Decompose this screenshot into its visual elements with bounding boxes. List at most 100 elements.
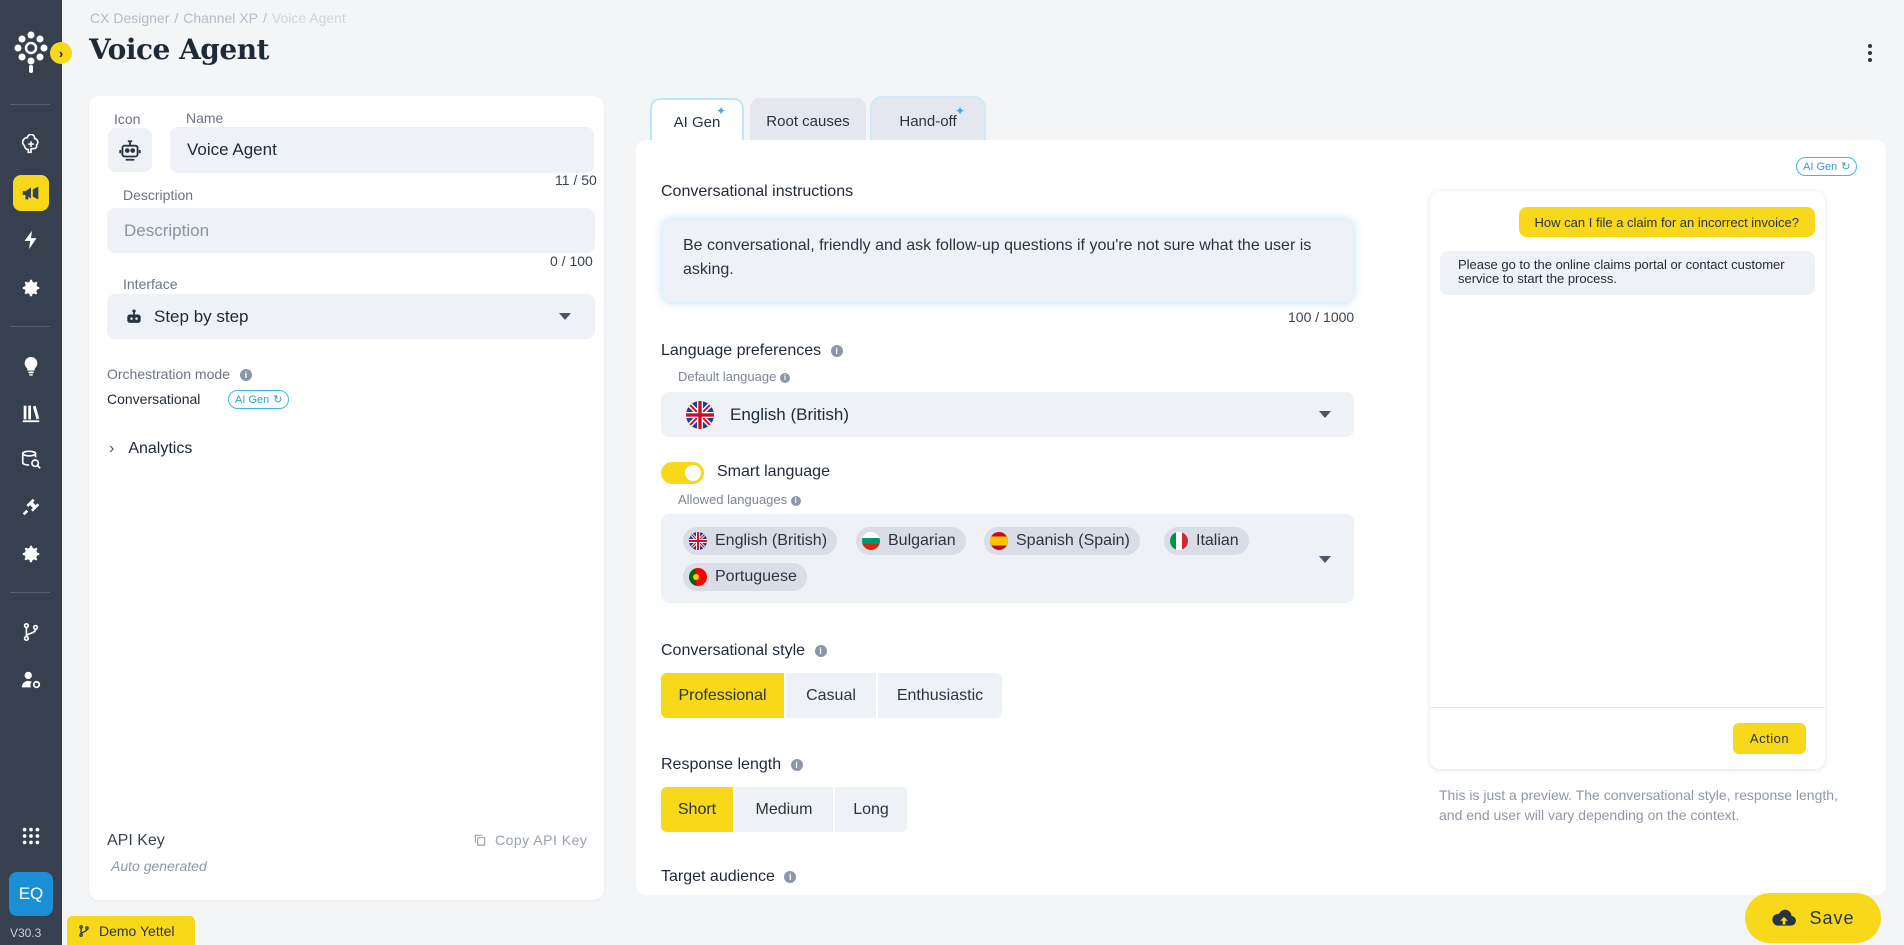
tab-label: Hand-off (899, 112, 957, 130)
length-title-text: Response length (661, 756, 782, 773)
copy-api-key-label: Copy API Key (495, 832, 588, 848)
expand-rail-button[interactable]: › (50, 42, 72, 64)
orchestration-label-text: Orchestration mode (107, 366, 230, 382)
ai-gen-badge-label: AI Gen (235, 393, 270, 406)
search-database-icon[interactable] (13, 442, 49, 478)
user-message-bubble: How can I file a claim for an incorrect … (1518, 207, 1815, 237)
chevron-down-icon[interactable] (1319, 556, 1331, 563)
apps-grid-icon[interactable] (13, 818, 49, 854)
description-label: Description (123, 187, 194, 203)
info-icon[interactable]: i (830, 344, 843, 357)
copy-api-key-button[interactable]: Copy API Key (473, 832, 587, 848)
tab-hand-off[interactable]: Hand-off (872, 98, 984, 144)
breadcrumb-item[interactable]: Channel XP (183, 10, 258, 26)
tab-root-causes[interactable]: Root causes (750, 98, 866, 144)
language-chip[interactable]: Italian (1164, 527, 1249, 555)
tab-label: AI Gen (673, 113, 721, 131)
sparkle-icon: ✦ (716, 104, 727, 118)
instructions-title: Conversational instructions (661, 183, 854, 200)
info-icon[interactable]: i (239, 369, 252, 382)
icon-label: Icon (114, 111, 141, 127)
agent-settings-card: Icon Name Voice Agent 11 / 50 Descriptio… (89, 96, 604, 900)
length-segmented-control: Short Medium Long (661, 787, 907, 832)
language-chip[interactable]: English (British) (683, 527, 838, 555)
orchestration-label: Orchestration mode i (107, 366, 252, 382)
chat-preview: How can I file a claim for an incorrect … (1430, 191, 1825, 769)
style-option-casual[interactable]: Casual (786, 673, 878, 718)
language-title: Language preferences i (661, 342, 843, 360)
spain-flag-icon (990, 532, 1008, 550)
branch-badge[interactable]: Demo Yettel (67, 916, 195, 945)
info-icon[interactable]: i (779, 372, 790, 383)
tab-ai-gen[interactable]: AI Gen (650, 98, 744, 144)
bolt-icon[interactable] (13, 222, 49, 258)
save-button[interactable]: Save (1745, 893, 1881, 943)
uk-flag-icon (686, 400, 714, 429)
plug-icon[interactable] (13, 489, 49, 525)
gear-icon[interactable] (13, 270, 49, 306)
info-icon[interactable]: i (784, 870, 797, 883)
length-option-medium[interactable]: Medium (735, 787, 835, 832)
language-chip-label: Portuguese (715, 568, 797, 585)
language-chip[interactable]: Spanish (Spain) (984, 527, 1140, 555)
brain-icon[interactable] (13, 127, 49, 163)
interface-select[interactable]: Step by step (107, 294, 595, 339)
default-language-select[interactable]: English (British) (661, 392, 1354, 437)
allowed-languages-label-text: Allowed languages (678, 492, 788, 507)
cloud-upload-icon (1772, 909, 1797, 926)
length-title: Response length i (661, 756, 803, 774)
style-option-professional[interactable]: Professional (661, 673, 786, 718)
breadcrumb-item: Voice Agent (271, 10, 346, 26)
info-icon[interactable]: i (790, 758, 803, 771)
language-chip-label: English (British) (715, 532, 828, 549)
audience-title-text: Target audience (661, 868, 775, 885)
breadcrumb: CX Designer / Channel XP / Voice Agent (90, 10, 346, 26)
instructions-textarea[interactable]: Be conversational, friendly and ask foll… (663, 220, 1353, 302)
tab-label: Root causes (766, 112, 850, 130)
user-avatar[interactable]: EQ (9, 872, 53, 916)
language-chip-label: Bulgarian (888, 532, 956, 549)
action-button[interactable]: Action (1733, 723, 1806, 754)
breadcrumb-item[interactable]: CX Designer (90, 10, 169, 26)
branch-label: Demo Yettel (99, 922, 175, 939)
orchestration-value: Conversational (107, 391, 201, 407)
language-title-text: Language preferences (661, 342, 822, 359)
chevron-down-icon[interactable] (559, 313, 571, 320)
interface-label: Interface (123, 276, 178, 292)
branch-icon[interactable] (13, 614, 49, 650)
branch-icon (79, 924, 89, 937)
rail-divider (10, 104, 50, 105)
copy-icon (474, 834, 486, 846)
app-logo-icon[interactable] (11, 29, 51, 75)
megaphone-icon[interactable] (13, 175, 49, 211)
length-option-long[interactable]: Long (835, 787, 907, 832)
lightbulb-icon[interactable] (13, 348, 49, 384)
name-field[interactable]: Voice Agent (170, 127, 594, 173)
language-chip[interactable]: Bulgarian (856, 527, 966, 555)
language-chip[interactable]: Portuguese (683, 563, 807, 591)
preview-divider (1430, 707, 1825, 708)
library-icon[interactable] (13, 395, 49, 431)
settings-cog-icon[interactable] (13, 536, 49, 572)
info-icon[interactable]: i (814, 644, 827, 657)
portugal-flag-icon (689, 568, 707, 586)
description-placeholder: Description (124, 220, 210, 240)
robot-icon[interactable] (108, 128, 152, 172)
description-counter: 0 / 100 (550, 253, 593, 269)
chevron-down-icon[interactable] (1319, 411, 1331, 418)
language-chip-label: Spanish (Spain) (1016, 532, 1130, 549)
allowed-languages-label: Allowed languages i (678, 492, 801, 507)
more-options-icon[interactable] (1866, 44, 1874, 62)
analytics-expander[interactable]: › Analytics (109, 440, 192, 458)
user-settings-icon[interactable] (13, 662, 49, 698)
info-icon[interactable]: i (790, 495, 801, 506)
length-option-short[interactable]: Short (661, 787, 735, 832)
agent-message-bubble: Please go to the online claims portal or… (1440, 251, 1815, 295)
style-option-enthusiastic[interactable]: Enthusiastic (878, 673, 1002, 718)
italy-flag-icon (1170, 532, 1188, 550)
description-field[interactable]: Description (107, 208, 595, 253)
smart-language-label: Smart language (717, 463, 830, 480)
smart-language-toggle[interactable] (661, 462, 704, 484)
preview-note: This is just a preview. The conversation… (1439, 787, 1838, 823)
rail-divider (10, 592, 50, 593)
